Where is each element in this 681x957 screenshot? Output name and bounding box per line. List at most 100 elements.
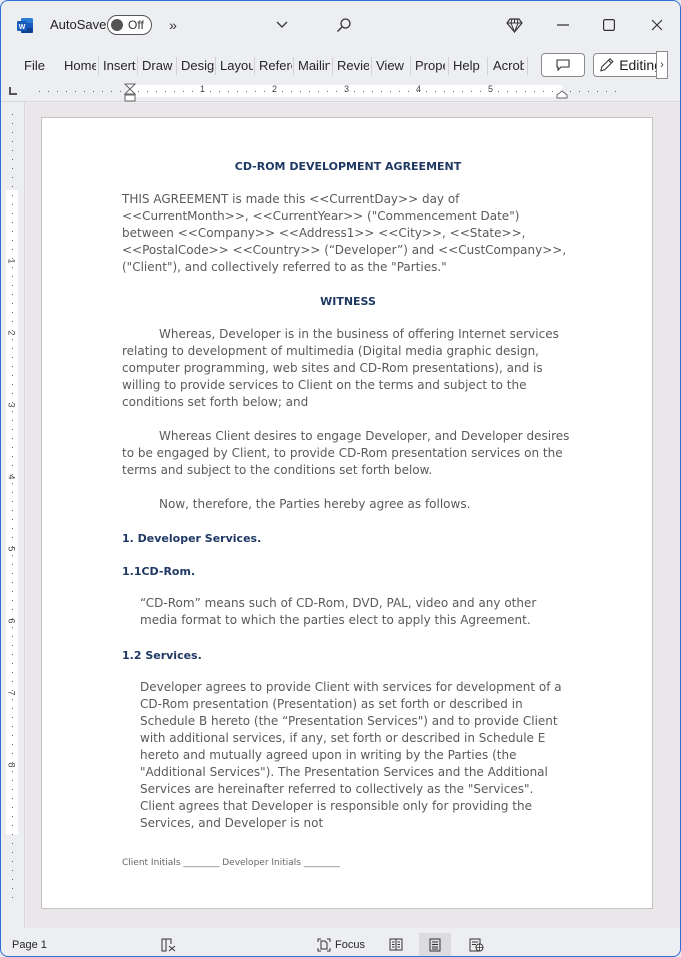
- ruler-tick: [210, 91, 211, 92]
- ruler-number: 4: [416, 84, 422, 94]
- ruler-tick: [12, 240, 13, 241]
- ruler-tick: [12, 582, 13, 583]
- tab-review[interactable]: Review: [337, 57, 369, 75]
- ruler-tick: [57, 91, 58, 92]
- ruler-tick: [534, 91, 535, 92]
- ruler-tick: [12, 285, 13, 286]
- accessibility-icon[interactable]: [161, 938, 176, 952]
- tab-design[interactable]: Design: [181, 57, 214, 75]
- intro-paragraph: THIS AGREEMENT is made this <<CurrentDay…: [122, 192, 567, 274]
- comment-icon: [556, 59, 570, 71]
- tab-insert[interactable]: Insert: [103, 57, 136, 75]
- tab-properties[interactable]: Properties: [415, 57, 445, 75]
- autosave-toggle[interactable]: Off: [107, 15, 152, 35]
- ruler-tick: [354, 91, 355, 92]
- ruler-tick: [12, 645, 13, 646]
- right-indent-marker-icon[interactable]: [556, 90, 568, 99]
- print-layout-icon[interactable]: [429, 938, 441, 952]
- ruler-tick: [84, 91, 85, 92]
- whereas-paragraph-2: Whereas Client desires to engage Develop…: [122, 429, 570, 477]
- ruler-tick: [183, 91, 184, 92]
- tab-references[interactable]: References: [259, 57, 292, 75]
- ruler-tick: [120, 91, 121, 92]
- indent-marker-icon[interactable]: [124, 83, 136, 103]
- ruler-tick: [12, 357, 13, 358]
- tab-draw[interactable]: Draw: [142, 57, 174, 75]
- ruler-tick: [471, 91, 472, 92]
- whereas-paragraph-1: Whereas, Developer is in the business of…: [122, 327, 559, 409]
- ruler-tick: [381, 91, 382, 92]
- comments-button[interactable]: [541, 53, 585, 77]
- ruler-tick: [12, 600, 13, 601]
- autosave-state: Off: [128, 18, 144, 32]
- customize-qat-chevron-icon[interactable]: [273, 13, 291, 37]
- tab-layout[interactable]: Layout: [220, 57, 253, 75]
- ribbon-scroll-right-button[interactable]: ›: [656, 51, 668, 79]
- web-layout-icon[interactable]: [469, 938, 484, 952]
- tab-acrobat[interactable]: Acrobat: [493, 57, 524, 75]
- horizontal-ruler[interactable]: 1 2 3 4 5: [1, 82, 680, 102]
- editing-mode-button[interactable]: Editing: [593, 53, 663, 77]
- tab-separator: [371, 57, 372, 75]
- tab-selector-icon[interactable]: [9, 87, 17, 95]
- ruler-tick: [12, 150, 13, 151]
- ruler-tick: [12, 159, 13, 160]
- ruler-tick: [12, 456, 13, 457]
- ruler-tick: [12, 591, 13, 592]
- page-indicator[interactable]: Page 1: [12, 939, 47, 951]
- section-1-1-heading: 1.1CD-Rom.: [122, 565, 196, 578]
- tab-separator: [410, 57, 411, 75]
- tab-separator: [215, 57, 216, 75]
- ruler-tick: [12, 744, 13, 745]
- ruler-tick: [39, 91, 40, 92]
- status-bar: Page 1 Focus: [1, 933, 680, 956]
- ruler-tick: [12, 429, 13, 430]
- ruler-tick: [12, 627, 13, 628]
- svg-text:W: W: [19, 24, 26, 31]
- autosave-label: AutoSave: [50, 17, 107, 32]
- ruler-tick: [12, 735, 13, 736]
- vertical-ruler[interactable]: 1 2 3 4 5 6 7 8: [1, 102, 25, 928]
- focus-button[interactable]: Focus: [317, 938, 365, 952]
- ruler-tick: [372, 91, 373, 92]
- ruler-tick: [12, 168, 13, 169]
- close-icon[interactable]: [647, 13, 667, 37]
- more-commands-icon[interactable]: »: [166, 13, 180, 37]
- ruler-tick: [480, 91, 481, 92]
- tab-home[interactable]: Home: [64, 57, 96, 75]
- ruler-tick: [363, 91, 364, 92]
- ruler-tick: [12, 447, 13, 448]
- ruler-tick: [12, 888, 13, 889]
- ruler-tick: [12, 555, 13, 556]
- search-icon[interactable]: [334, 13, 354, 37]
- tab-file[interactable]: File: [24, 57, 48, 75]
- tab-help[interactable]: Help: [453, 57, 483, 75]
- tab-view[interactable]: View: [376, 57, 408, 75]
- premium-diamond-icon[interactable]: [504, 13, 524, 37]
- section-1-heading: 1. Developer Services.: [122, 532, 262, 545]
- ruler-tick: [12, 663, 13, 664]
- ruler-tick: [12, 483, 13, 484]
- ruler-tick: [12, 879, 13, 880]
- ruler-tick: [12, 195, 13, 196]
- ruler-tick: [12, 636, 13, 637]
- ruler-tick: [12, 537, 13, 538]
- read-mode-icon[interactable]: [389, 938, 403, 951]
- ruler-tick: [300, 91, 301, 92]
- maximize-icon[interactable]: [599, 13, 619, 37]
- ruler-tick: [12, 132, 13, 133]
- tab-separator: [98, 57, 99, 75]
- tab-mailings[interactable]: Mailings: [298, 57, 330, 75]
- ruler-tick: [66, 91, 67, 92]
- ruler-tick: [552, 91, 553, 92]
- ruler-number: 5: [6, 546, 17, 552]
- ruler-tick: [390, 91, 391, 92]
- document-page[interactable]: CD-ROM DEVELOPMENT AGREEMENT THIS AGREEM…: [41, 117, 653, 909]
- ruler-tick: [111, 91, 112, 92]
- ruler-tick: [12, 654, 13, 655]
- ruler-tick: [12, 222, 13, 223]
- ruler-tick: [597, 91, 598, 92]
- minimize-icon[interactable]: [553, 13, 573, 37]
- word-logo-icon: W: [17, 18, 33, 33]
- document-canvas[interactable]: CD-ROM DEVELOPMENT AGREEMENT THIS AGREEM…: [26, 103, 680, 928]
